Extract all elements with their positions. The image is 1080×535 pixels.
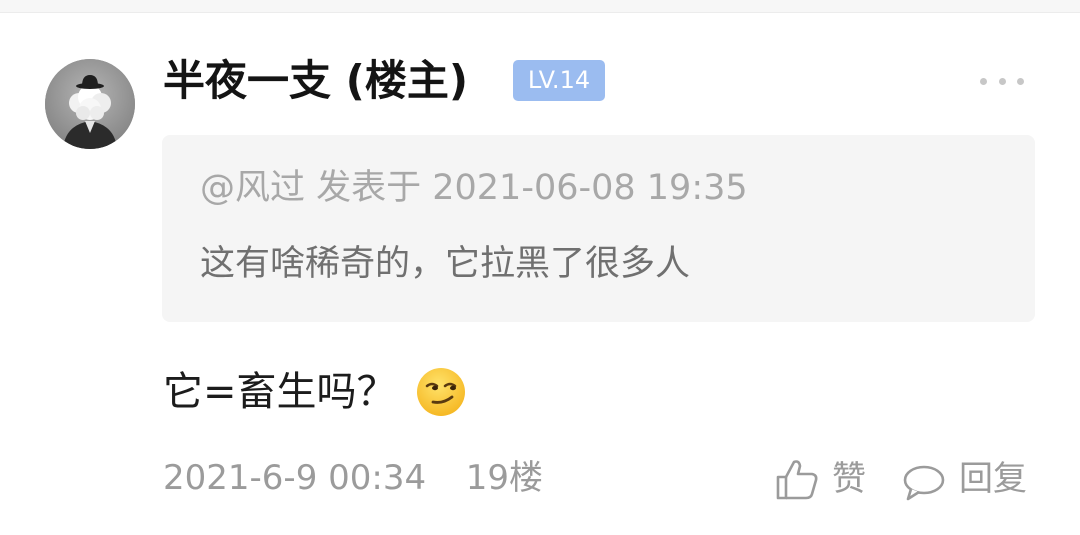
username[interactable]: 半夜一支 (楼主) (163, 55, 468, 107)
quote-meta: @风过 发表于 2021-06-08 19:35 (200, 168, 748, 208)
post-floor: 19楼 (465, 458, 544, 498)
like-button[interactable]: 赞 (774, 455, 866, 503)
quote-block[interactable]: @风过 发表于 2021-06-08 19:35 这有啥稀奇的，它拉黑了很多人 (162, 135, 1035, 322)
top-divider (0, 0, 1080, 13)
avatar-image (45, 59, 135, 149)
quote-text: 这有啥稀奇的，它拉黑了很多人 (200, 244, 691, 284)
smirk-emoji-icon (415, 366, 467, 418)
reply-text: 它=畜生吗？ (163, 369, 397, 415)
like-label: 赞 (832, 459, 866, 499)
comment-bubble-icon (903, 465, 945, 501)
post-meta: 2021-6-9 00:34 19楼 (163, 455, 543, 501)
reply-label: 回复 (959, 459, 1027, 499)
reply-content: 它=畜生吗？ (163, 364, 467, 420)
level-badge: LV.14 (513, 60, 605, 101)
more-dot-icon (998, 77, 1006, 85)
avatar[interactable] (45, 59, 135, 149)
more-dot-icon (1017, 77, 1024, 85)
thumbs-up-icon (776, 460, 818, 500)
post-date: 2021-6-9 00:34 (163, 458, 427, 498)
more-options-button[interactable] (980, 72, 1024, 90)
more-dot-icon (980, 77, 987, 85)
reply-button[interactable]: 回复 (901, 455, 1027, 503)
